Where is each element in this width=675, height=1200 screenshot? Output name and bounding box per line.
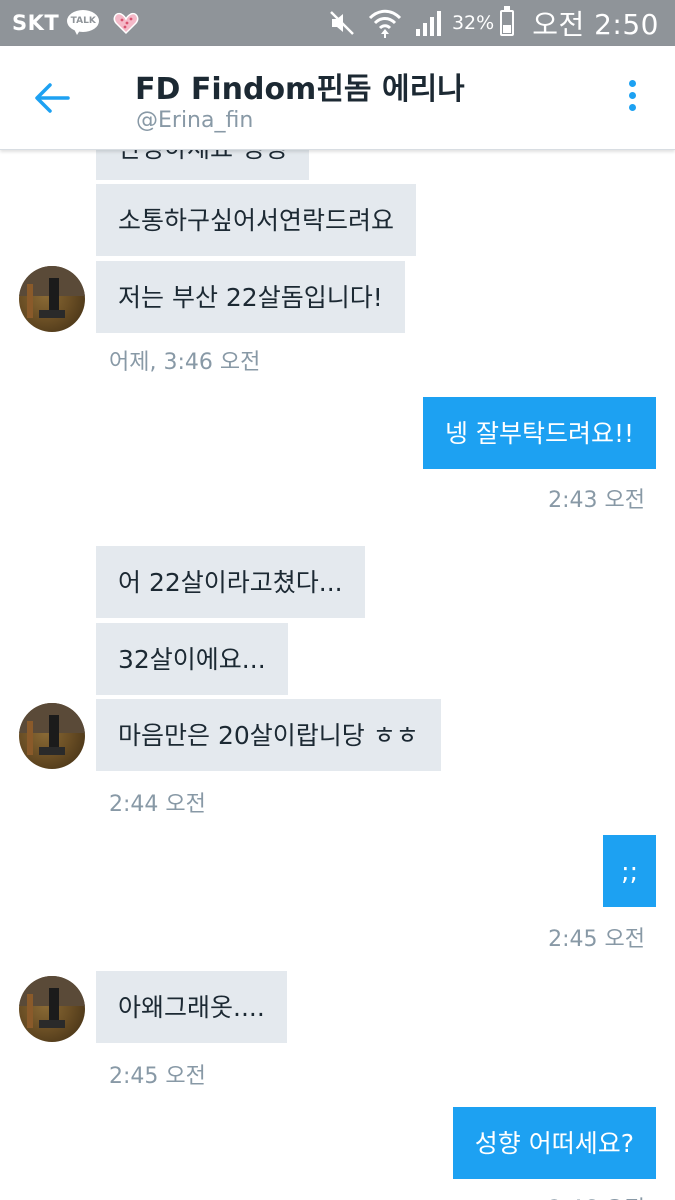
battery-icon xyxy=(500,6,515,36)
outgoing-message[interactable]: 성향 어떠세요? xyxy=(452,1107,656,1179)
message-timestamp: 2:46 오전 xyxy=(548,1191,645,1200)
sender-avatar[interactable] xyxy=(19,266,85,332)
message-timestamp: 2:45 오전 xyxy=(109,1064,206,1089)
kakaotalk-badge: TALK xyxy=(67,10,100,32)
contact-name[interactable]: FD Findom핀돔 에리나 xyxy=(135,64,465,108)
sender-avatar[interactable] xyxy=(19,703,85,769)
incoming-message[interactable]: 아왜그래옷.... xyxy=(96,971,287,1043)
incoming-message[interactable]: 소통하구싶어서연락드려요 xyxy=(96,184,417,256)
clock: 오전 2:50 xyxy=(532,8,659,41)
message-timestamp: 어제, 3:46 오전 xyxy=(109,350,261,375)
message-timestamp: 2:43 오전 xyxy=(548,488,645,513)
incoming-message[interactable]: 32살이에요... xyxy=(96,623,288,695)
back-arrow-icon[interactable] xyxy=(32,78,72,118)
carrier-label: SKT xyxy=(12,11,60,35)
sender-avatar[interactable] xyxy=(19,976,85,1042)
incoming-message[interactable]: 안녕하세요 생생 xyxy=(96,150,309,180)
message-timestamp: 2:45 오전 xyxy=(548,927,645,952)
heart-icon xyxy=(113,12,139,35)
incoming-message[interactable]: 마음만은 20살이랍니당 ㅎㅎ xyxy=(96,699,441,771)
signal-icon xyxy=(415,11,441,36)
battery-percent: 32% xyxy=(451,12,495,34)
wifi-icon xyxy=(368,9,402,38)
outgoing-message[interactable]: ;; xyxy=(603,835,656,907)
incoming-message[interactable]: 저는 부산 22살돔입니다! xyxy=(96,261,405,333)
more-options-icon[interactable] xyxy=(622,80,642,120)
message-thread[interactable]: 안녕하세요 생생 소통하구싶어서연락드려요 저는 부산 22살돔입니다! 어제,… xyxy=(0,150,675,1200)
outgoing-message[interactable]: 넹 잘부탁드려요!! xyxy=(423,397,656,469)
kakaotalk-icon: TALK xyxy=(67,10,100,36)
message-timestamp: 2:44 오전 xyxy=(109,792,206,817)
conversation-header: FD Findom핀돔 에리나 @Erina_fin xyxy=(0,46,675,150)
incoming-message[interactable]: 어 22살이라고쳤다... xyxy=(96,546,365,618)
status-bar: SKT TALK 32% 오전 2:50 xyxy=(0,0,675,46)
contact-handle[interactable]: @Erina_fin xyxy=(136,108,253,133)
mute-icon xyxy=(330,11,354,35)
